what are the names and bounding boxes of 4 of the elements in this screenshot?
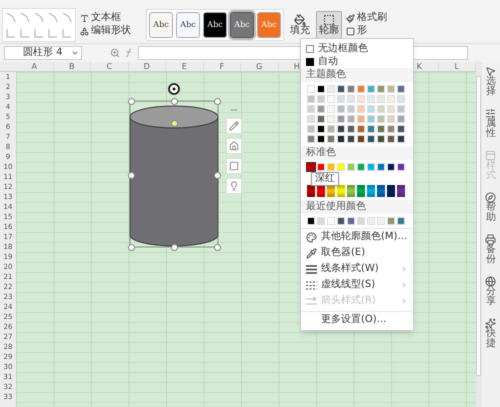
section-title: 标准色 xyxy=(301,146,413,160)
tooltip: 深红 xyxy=(311,172,339,186)
section-title: 主题颜色 xyxy=(301,68,413,82)
section-title: 最近使用颜色 xyxy=(301,200,413,214)
